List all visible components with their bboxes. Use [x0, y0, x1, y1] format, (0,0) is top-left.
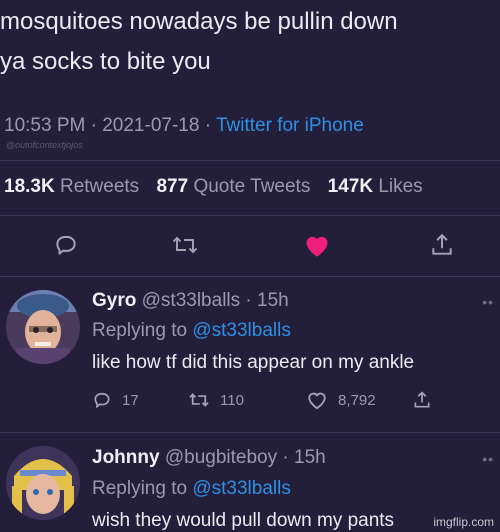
tweet-date: 2021-07-18 — [102, 115, 200, 136]
reply-body: wish they would pull down my pants — [92, 510, 395, 531]
reply-author-handle[interactable]: @bugbiteboy — [165, 447, 277, 468]
mention-link[interactable]: @st33lballs — [192, 320, 291, 341]
retweet-button[interactable] — [170, 230, 200, 260]
share-button[interactable] — [427, 230, 457, 260]
tweet-text-line-1: mosquitoes nowadays be pullin down — [0, 8, 398, 35]
tweet-stats: 18.3K Retweets 877 Quote Tweets 147K Lik… — [4, 176, 423, 198]
more-options-icon[interactable]: •• — [482, 451, 494, 467]
replying-to: Replying to @st33lballs — [92, 478, 291, 499]
watermark-text: @outofcontextjojos — [6, 140, 83, 150]
retweet-count: 110 — [220, 391, 244, 409]
retweet-icon — [172, 236, 198, 254]
reply-reply-button[interactable]: 17 — [92, 390, 139, 410]
like-button[interactable] — [302, 230, 332, 260]
reply-icon — [56, 235, 76, 255]
retweets-stat[interactable]: 18.3K Retweets — [4, 176, 139, 197]
like-icon — [306, 236, 328, 257]
avatar[interactable] — [6, 446, 80, 520]
tweet-text-line-2: ya socks to bite you — [0, 48, 211, 75]
mention-link[interactable]: @st33lballs — [192, 478, 291, 499]
tweet-meta: 10:53 PM · 2021-07-18 · Twitter for iPho… — [4, 115, 364, 137]
reply-count: 17 — [122, 391, 139, 409]
reply-time: 15h — [294, 447, 326, 468]
reply-author-name[interactable]: Johnny — [92, 447, 160, 468]
like-outline-icon — [308, 392, 326, 410]
meta-separator: · — [204, 115, 216, 136]
reply-button[interactable] — [51, 230, 81, 260]
reply-share-button[interactable] — [412, 390, 432, 410]
reply-body: like how tf did this appear on my ankle — [92, 352, 415, 373]
reply-author-handle[interactable]: @st33lballs — [142, 290, 241, 311]
share-icon — [414, 391, 430, 408]
tweet-time: 10:53 PM — [4, 115, 86, 136]
likes-stat[interactable]: 147K Likes — [328, 176, 423, 197]
tweet-source-link[interactable]: Twitter for iPhone — [216, 115, 364, 136]
reply-time: 15h — [257, 290, 289, 311]
johnny-avatar-image — [6, 446, 80, 520]
tweet-text: mosquitoes nowadays be pullin down ya so… — [0, 2, 500, 82]
meta-separator: · — [90, 115, 103, 136]
reply-header: Gyro @st33lballs · 15h — [92, 290, 289, 311]
reply-like-button[interactable]: 8,792 — [306, 390, 376, 410]
retweet-icon — [189, 393, 209, 407]
share-icon — [432, 233, 452, 255]
reply-icon — [94, 392, 110, 409]
more-options-icon[interactable]: •• — [482, 294, 494, 310]
quotes-stat[interactable]: 877 Quote Tweets — [156, 176, 310, 197]
divider — [0, 215, 500, 216]
reply-header: Johnny @bugbiteboy · 15h — [92, 447, 326, 468]
replying-to: Replying to @st33lballs — [92, 320, 291, 341]
divider — [0, 160, 500, 161]
imgflip-watermark: imgflip.com — [433, 515, 494, 529]
like-count: 8,792 — [338, 391, 376, 409]
reply-retweet-button[interactable]: 110 — [188, 390, 244, 410]
divider — [0, 432, 500, 433]
gyro-avatar-image — [6, 290, 80, 364]
reply-author-name[interactable]: Gyro — [92, 290, 136, 311]
divider — [0, 276, 500, 277]
avatar[interactable] — [6, 290, 80, 364]
